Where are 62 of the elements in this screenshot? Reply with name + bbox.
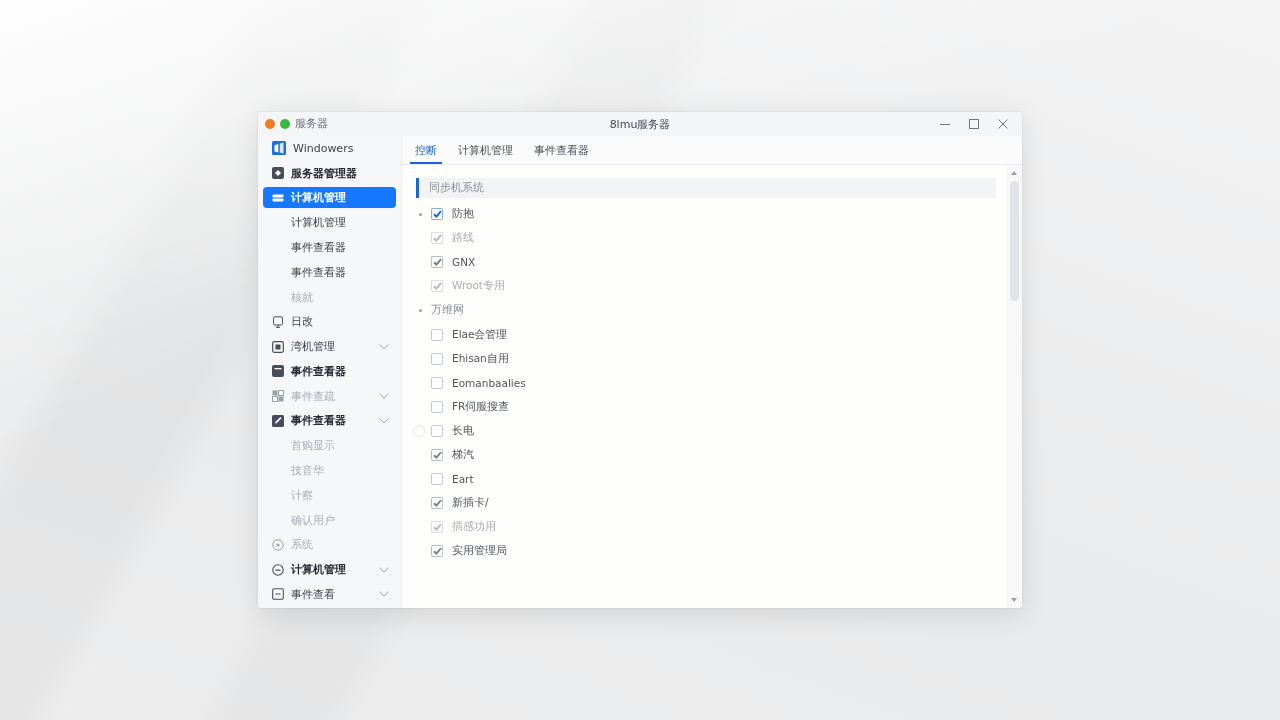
scrollbar-track[interactable] xyxy=(1006,165,1022,608)
tab[interactable]: 计算机管理 xyxy=(453,136,518,164)
grid-icon xyxy=(272,390,284,403)
maximize-icon xyxy=(969,119,979,129)
option-label: 插感功用 xyxy=(452,520,496,535)
monitor-icon xyxy=(272,315,284,328)
chevron-down-icon[interactable] xyxy=(379,591,389,598)
sidebar-item[interactable]: 日改 xyxy=(263,311,396,333)
calendar-icon xyxy=(272,365,284,378)
option-label: Elae会管理 xyxy=(452,327,508,342)
option-label: 路线 xyxy=(452,231,474,246)
checkbox[interactable] xyxy=(431,400,443,413)
checkbox[interactable] xyxy=(431,328,443,341)
sidebar-item[interactable]: 事件查看器 xyxy=(263,410,396,432)
window-icon xyxy=(272,340,284,353)
window-dot-icon[interactable] xyxy=(280,119,290,129)
option-label: Eart xyxy=(452,473,474,486)
chevron-down-icon[interactable] xyxy=(379,566,389,573)
bullet-icon xyxy=(419,308,422,312)
option-label: 防抱 xyxy=(452,207,474,222)
group-label: 万维网 xyxy=(431,303,464,318)
option-label: 梯汽 xyxy=(452,448,474,462)
option-label: Ehisan自用 xyxy=(452,351,509,366)
option-label: Wroot专用 xyxy=(452,279,505,294)
sidebar-subitem[interactable]: 事件查看器 xyxy=(263,261,396,283)
chevron-down-icon[interactable] xyxy=(379,343,389,350)
checkbox[interactable] xyxy=(431,424,443,437)
section-header: 同步机系统 xyxy=(416,178,996,198)
sidebar-item[interactable]: 事件查看 xyxy=(263,583,396,605)
scroll-down-icon[interactable] xyxy=(1011,598,1017,602)
edit-icon xyxy=(272,415,284,427)
sidebar-item[interactable]: 湾机管理 xyxy=(263,336,396,358)
tile-icon xyxy=(272,167,284,180)
window-title: 8lmu服务器 xyxy=(609,116,671,132)
tab[interactable]: 事件查看器 xyxy=(529,136,594,164)
app-logo-icon xyxy=(272,141,286,156)
close-icon xyxy=(998,119,1008,129)
sidebar-item[interactable]: 计算机管理 xyxy=(263,559,396,581)
checkbox[interactable] xyxy=(431,376,443,389)
option-label: 实用管理局 xyxy=(452,544,507,559)
option-label: 新插卡/ xyxy=(452,496,489,511)
sidebar-item[interactable]: 计算机管理 xyxy=(263,187,396,209)
minimize-icon xyxy=(940,123,950,125)
sidebar-subitem[interactable]: 事件查看器 xyxy=(263,237,396,258)
option-label: GNX xyxy=(452,256,476,269)
sidebar-item[interactable]: 事件查看器 xyxy=(263,360,396,382)
circle-icon xyxy=(272,538,284,551)
option-label: FR伺服搜查 xyxy=(452,399,510,414)
sidebar-item[interactable]: 服务器管理器 xyxy=(263,162,396,184)
scroll-up-icon[interactable] xyxy=(1011,171,1017,175)
app-name: 服务器 xyxy=(295,117,328,131)
tab[interactable]: 控断 xyxy=(410,136,442,164)
sidebar-subitem[interactable]: 计算机管理 xyxy=(263,212,396,234)
sidebar-item[interactable]: Windowers xyxy=(263,137,396,159)
window-dot-icon[interactable] xyxy=(265,119,275,129)
checkbox[interactable] xyxy=(431,352,443,365)
option-label: Eomanbaalies xyxy=(452,376,526,389)
option-label: 长电 xyxy=(452,423,474,438)
chevron-down-icon[interactable] xyxy=(379,418,389,424)
checkbox[interactable] xyxy=(431,473,443,486)
minus-circle-icon xyxy=(272,563,284,576)
list-box-icon xyxy=(272,588,284,601)
